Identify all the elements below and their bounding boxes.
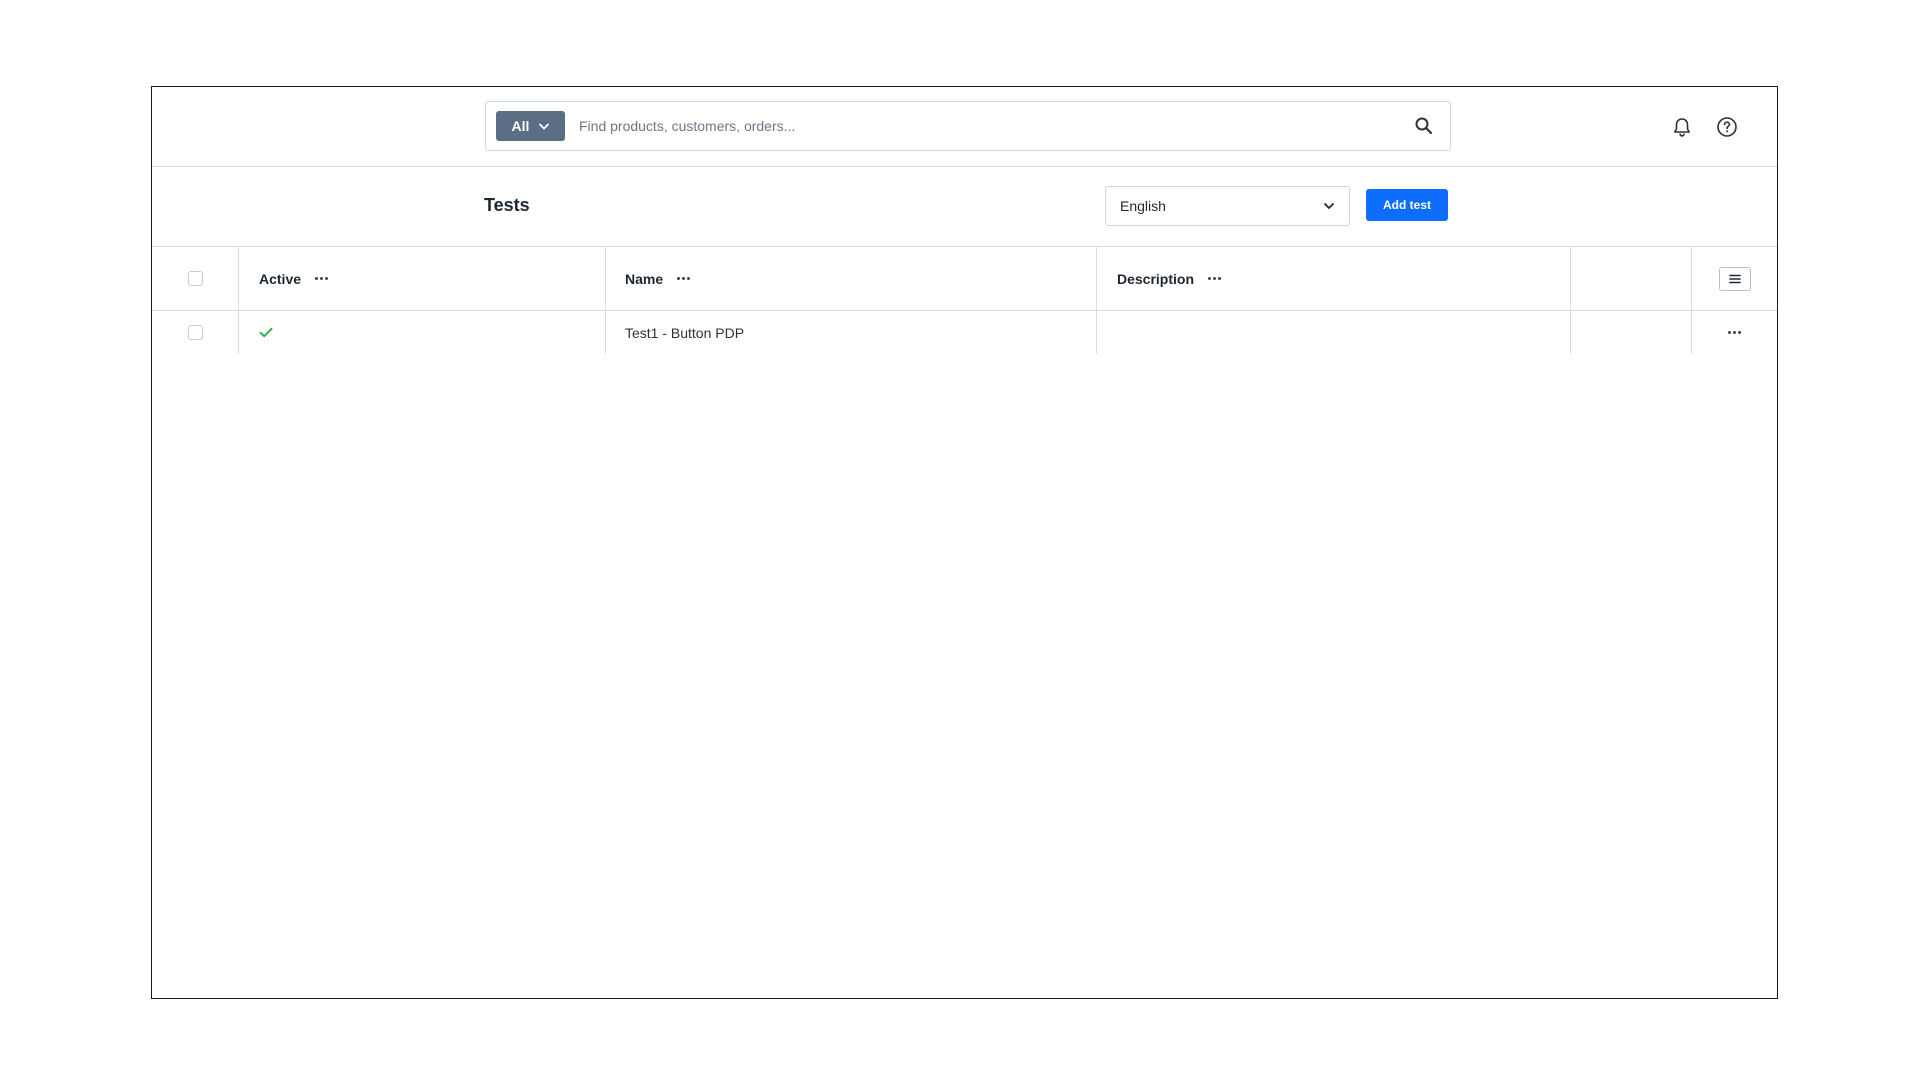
row-description-cell (1097, 311, 1571, 354)
select-all-cell (152, 247, 239, 310)
bell-icon[interactable] (1671, 116, 1693, 138)
row-name-cell: Test1 - Button PDP (606, 311, 1097, 354)
column-label-description: Description (1117, 270, 1195, 287)
row-select-cell (152, 311, 239, 354)
page-title: Tests (484, 195, 530, 215)
search-scope-dropdown[interactable]: All (496, 111, 565, 141)
tests-table: Active Name Description Test1 - Button P… (152, 247, 1777, 354)
column-header-active: Active (239, 247, 606, 310)
row-checkbox[interactable] (187, 325, 203, 340)
row-active-cell (239, 311, 606, 354)
column-label-name: Name (625, 270, 664, 287)
page-header: Tests English Add test (152, 167, 1777, 247)
add-test-button[interactable]: Add test (1366, 189, 1448, 221)
check-icon (259, 327, 273, 338)
column-header-empty (1571, 247, 1692, 310)
column-label-active: Active (259, 270, 302, 287)
row-actions-cell (1692, 311, 1777, 354)
table-row[interactable]: Test1 - Button PDP (152, 311, 1777, 354)
column-options-name-icon[interactable] (677, 277, 691, 280)
row-empty-cell (1571, 311, 1692, 354)
column-header-description: Description (1097, 247, 1571, 310)
table-header-row: Active Name Description (152, 247, 1777, 311)
row-name[interactable]: Test1 - Button PDP (625, 325, 744, 341)
language-select-value: English (1120, 198, 1166, 214)
chevron-down-icon (1324, 203, 1334, 209)
top-bar: All (152, 87, 1777, 167)
help-icon[interactable] (1716, 116, 1738, 138)
language-select[interactable]: English (1105, 186, 1350, 226)
list-columns-icon (1728, 274, 1741, 283)
column-settings-cell (1692, 247, 1777, 310)
chevron-down-icon (539, 123, 550, 129)
search-icon[interactable] (1414, 116, 1434, 136)
global-search-box: All (485, 101, 1451, 151)
search-scope-label: All (511, 118, 530, 134)
column-options-active-icon[interactable] (315, 277, 329, 280)
search-input[interactable] (579, 111, 1379, 141)
column-settings-button[interactable] (1718, 266, 1751, 291)
column-header-name: Name (606, 247, 1097, 310)
row-actions-more-icon[interactable] (1728, 331, 1741, 334)
app-window: All Tests English (151, 86, 1778, 999)
select-all-checkbox[interactable] (187, 271, 203, 286)
column-options-description-icon[interactable] (1208, 277, 1222, 280)
